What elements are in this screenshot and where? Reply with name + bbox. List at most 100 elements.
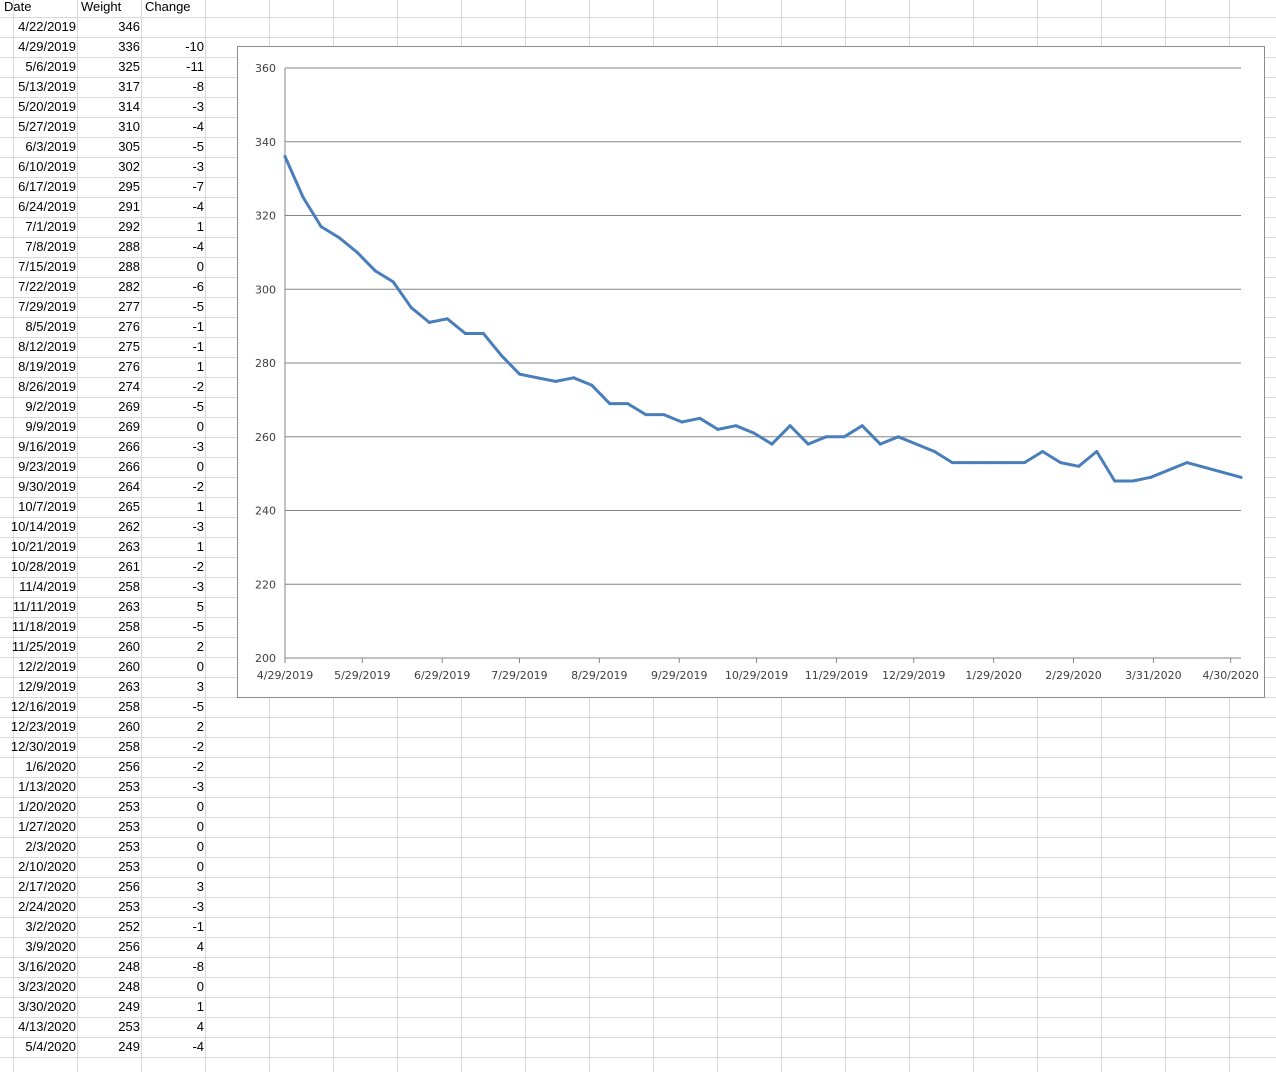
change-cell[interactable]: 0 [141, 797, 204, 817]
weight-cell[interactable]: 291 [77, 197, 140, 217]
weight-cell[interactable]: 260 [77, 637, 140, 657]
change-cell[interactable]: 3 [141, 677, 204, 697]
change-cell[interactable]: -7 [141, 177, 204, 197]
date-cell[interactable]: 12/23/2019 [0, 717, 76, 737]
change-cell[interactable]: -3 [141, 777, 204, 797]
weight-cell[interactable]: 262 [77, 517, 140, 537]
change-cell[interactable]: -3 [141, 157, 204, 177]
weight-cell[interactable]: 277 [77, 297, 140, 317]
weight-cell[interactable]: 302 [77, 157, 140, 177]
date-cell[interactable]: 10/28/2019 [0, 557, 76, 577]
weight-cell[interactable]: 264 [77, 477, 140, 497]
change-cell[interactable]: -2 [141, 737, 204, 757]
change-cell[interactable]: -3 [141, 577, 204, 597]
change-cell[interactable]: -4 [141, 1037, 204, 1057]
date-cell[interactable]: 3/2/2020 [0, 917, 76, 937]
date-cell[interactable]: 3/16/2020 [0, 957, 76, 977]
date-cell[interactable]: 7/8/2019 [0, 237, 76, 257]
date-cell[interactable]: 11/18/2019 [0, 617, 76, 637]
weight-cell[interactable]: 295 [77, 177, 140, 197]
change-cell[interactable]: -3 [141, 517, 204, 537]
weight-cell[interactable]: 253 [77, 797, 140, 817]
weight-cell[interactable]: 276 [77, 317, 140, 337]
change-cell[interactable]: 1 [141, 997, 204, 1017]
weight-cell[interactable]: 275 [77, 337, 140, 357]
date-cell[interactable]: 9/23/2019 [0, 457, 76, 477]
weight-cell[interactable]: 258 [77, 737, 140, 757]
date-cell[interactable]: 4/22/2019 [0, 17, 76, 37]
column-header-weight[interactable]: Weight [81, 0, 144, 17]
change-cell[interactable]: -5 [141, 617, 204, 637]
date-cell[interactable]: 2/24/2020 [0, 897, 76, 917]
date-cell[interactable]: 12/30/2019 [0, 737, 76, 757]
date-cell[interactable]: 1/27/2020 [0, 817, 76, 837]
change-cell[interactable]: 1 [141, 497, 204, 517]
weight-cell[interactable]: 263 [77, 677, 140, 697]
change-cell[interactable]: -5 [141, 697, 204, 717]
weight-cell[interactable]: 317 [77, 77, 140, 97]
weight-cell[interactable]: 292 [77, 217, 140, 237]
weight-cell[interactable]: 314 [77, 97, 140, 117]
date-cell[interactable]: 12/9/2019 [0, 677, 76, 697]
date-cell[interactable]: 7/1/2019 [0, 217, 76, 237]
change-cell[interactable]: 0 [141, 977, 204, 997]
date-cell[interactable]: 2/3/2020 [0, 837, 76, 857]
change-cell[interactable]: -8 [141, 957, 204, 977]
change-cell[interactable]: -5 [141, 297, 204, 317]
weight-cell[interactable]: 260 [77, 657, 140, 677]
weight-cell[interactable]: 253 [77, 857, 140, 877]
change-cell[interactable]: -2 [141, 557, 204, 577]
weight-cell[interactable]: 265 [77, 497, 140, 517]
weight-cell[interactable]: 282 [77, 277, 140, 297]
weight-cell[interactable]: 269 [77, 397, 140, 417]
weight-cell[interactable]: 252 [77, 917, 140, 937]
date-cell[interactable]: 8/19/2019 [0, 357, 76, 377]
weight-cell[interactable]: 258 [77, 697, 140, 717]
date-cell[interactable]: 6/3/2019 [0, 137, 76, 157]
date-cell[interactable]: 10/7/2019 [0, 497, 76, 517]
date-cell[interactable]: 10/21/2019 [0, 537, 76, 557]
change-cell[interactable] [141, 17, 204, 37]
column-header-date[interactable]: Date [4, 0, 80, 17]
weight-cell[interactable]: 256 [77, 877, 140, 897]
change-cell[interactable]: -11 [141, 57, 204, 77]
change-cell[interactable]: 4 [141, 1017, 204, 1037]
weight-cell[interactable]: 288 [77, 237, 140, 257]
date-cell[interactable]: 6/17/2019 [0, 177, 76, 197]
change-cell[interactable]: 1 [141, 217, 204, 237]
change-cell[interactable]: 5 [141, 597, 204, 617]
weight-cell[interactable]: 249 [77, 1037, 140, 1057]
change-cell[interactable]: -3 [141, 437, 204, 457]
change-cell[interactable]: -2 [141, 757, 204, 777]
change-cell[interactable]: 0 [141, 837, 204, 857]
weight-cell[interactable]: 248 [77, 957, 140, 977]
date-cell[interactable]: 12/16/2019 [0, 697, 76, 717]
change-cell[interactable]: -3 [141, 897, 204, 917]
change-cell[interactable]: -4 [141, 197, 204, 217]
change-cell[interactable]: -2 [141, 477, 204, 497]
date-cell[interactable]: 11/4/2019 [0, 577, 76, 597]
date-cell[interactable]: 2/17/2020 [0, 877, 76, 897]
weight-cell[interactable]: 263 [77, 537, 140, 557]
weight-cell[interactable]: 276 [77, 357, 140, 377]
date-cell[interactable]: 9/16/2019 [0, 437, 76, 457]
change-cell[interactable]: -1 [141, 337, 204, 357]
weight-cell[interactable]: 261 [77, 557, 140, 577]
date-cell[interactable]: 2/10/2020 [0, 857, 76, 877]
date-cell[interactable]: 8/12/2019 [0, 337, 76, 357]
weight-cell[interactable]: 253 [77, 897, 140, 917]
weight-cell[interactable]: 256 [77, 757, 140, 777]
weight-cell[interactable]: 253 [77, 837, 140, 857]
date-cell[interactable]: 8/26/2019 [0, 377, 76, 397]
weight-cell[interactable]: 249 [77, 997, 140, 1017]
change-cell[interactable]: -1 [141, 317, 204, 337]
change-cell[interactable]: -1 [141, 917, 204, 937]
change-cell[interactable]: -5 [141, 137, 204, 157]
date-cell[interactable]: 4/13/2020 [0, 1017, 76, 1037]
date-cell[interactable]: 11/11/2019 [0, 597, 76, 617]
weight-cell[interactable]: 274 [77, 377, 140, 397]
weight-cell[interactable]: 269 [77, 417, 140, 437]
change-cell[interactable]: 0 [141, 657, 204, 677]
change-cell[interactable]: 0 [141, 417, 204, 437]
change-cell[interactable]: 0 [141, 457, 204, 477]
